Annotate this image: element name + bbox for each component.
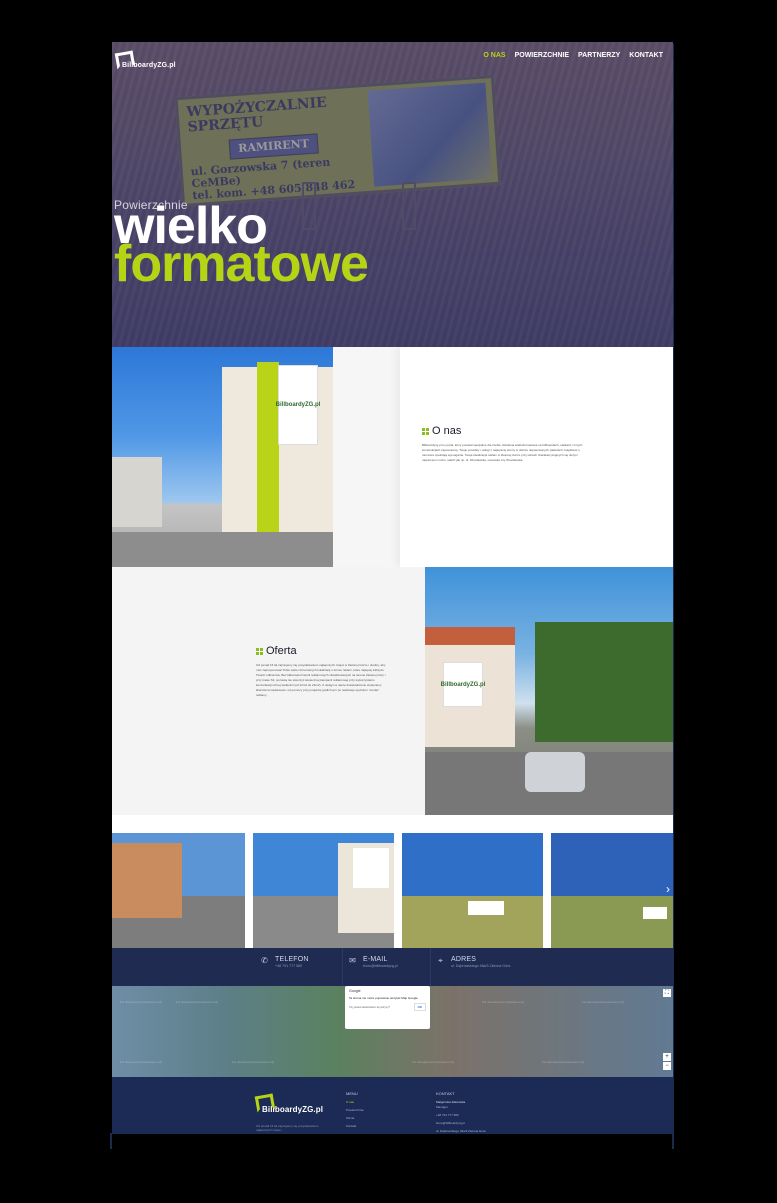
map-watermark: For development purposes only	[176, 1000, 219, 1004]
offer-content: Oferta Od ponad 15 lat zajmujemy się poz…	[256, 645, 386, 698]
about-heading: O nas	[422, 425, 584, 437]
envelope-icon: ✉	[349, 956, 356, 965]
footer-contact-name: Małgorzata Zakowska	[436, 1100, 466, 1104]
gallery-image-1[interactable]	[112, 833, 245, 948]
footer-contact-email[interactable]: biuro@billboardyzg.pl	[436, 1121, 486, 1125]
map-watermark: For development purposes only	[120, 1060, 163, 1064]
about-body: Billboardyzg.pl to portal, który powstał…	[422, 443, 583, 462]
map-pin-icon: ⌖	[438, 956, 443, 965]
offer-section: Oferta Od ponad 15 lat zajmujemy się poz…	[112, 567, 673, 815]
about-building-photo: BillboardyZG.pl	[112, 347, 333, 567]
footer-menu-item[interactable]: Oferta	[346, 1116, 364, 1120]
offer-title: Oferta	[266, 645, 297, 657]
map-watermark: For development purposes only	[482, 1000, 525, 1004]
site-logo[interactable]: BillboardyZG.pl	[114, 50, 176, 69]
hero-section: WYPOŻYCZALNIE SPRZĘTU RAMIRENT ul. Gorzo…	[112, 42, 673, 347]
dialog-detail: Czy jesteś właścicielem tej witryny?	[349, 1005, 390, 1009]
billboard-sign: BillboardyZG.pl	[440, 662, 486, 707]
distant-building	[112, 457, 162, 527]
gallery-image-4[interactable]	[551, 833, 673, 948]
gallery-next-arrow-icon[interactable]: ›	[666, 882, 670, 896]
footer-description: Od ponad 15 lat zajmujemy się pozyskiwan…	[256, 1124, 319, 1132]
about-section: BillboardyZG.pl O nas Billboardyzg.pl to…	[112, 347, 673, 567]
address-label: ADRES	[451, 956, 477, 963]
main-nav: O NAS POWIERZCHNIE PARTNERZY KONTAKT	[483, 52, 663, 59]
car	[525, 752, 585, 792]
map-watermark: For development purposes only	[232, 1060, 275, 1064]
contact-address: ⌖ ADRES ul. Dąbrowskiego 46a/3 Zielona G…	[436, 948, 521, 986]
billboard-sign-text: BillboardyZG.pl	[440, 681, 486, 688]
footer-menu-item[interactable]: Kontakt	[346, 1124, 364, 1128]
footer-logo[interactable]: BillboardyZG.pl	[254, 1091, 323, 1114]
nav-item-partnerzy[interactable]: PARTNERZY	[578, 52, 620, 59]
google-map[interactable]: For development purposes only For develo…	[112, 986, 673, 1077]
fullscreen-icon[interactable]: ⛶	[663, 989, 671, 997]
map-watermark: For development purposes only	[412, 1060, 455, 1064]
billboard-sign: BillboardyZG.pl	[275, 365, 321, 445]
hero-overlay	[112, 42, 673, 347]
side-shadow-bottom	[110, 1133, 112, 1149]
dialog-message: Ta strona nie może poprawnie wczytać Map…	[349, 996, 419, 1000]
address-value: ul. Dąbrowskiego 46a/3 Zielona Góra	[451, 964, 511, 968]
street	[112, 532, 333, 567]
logo-mark-icon	[254, 1093, 276, 1112]
footer-contact-address: ul. Dąbrowskiego 46a/3 Zielona Góra	[436, 1129, 486, 1133]
email-value[interactable]: biuro@billboardyzg.pl	[363, 964, 398, 968]
offer-body: Od ponad 15 lat zajmujemy się pozyskiwan…	[256, 663, 386, 697]
nav-item-kontakt[interactable]: KONTAKT	[629, 52, 663, 59]
billboard-sign-text: BillboardyZG.pl	[275, 402, 321, 408]
footer-menu-heading: MENU	[346, 1091, 358, 1096]
offer-street-photo: BillboardyZG.pl	[425, 567, 673, 815]
roof	[425, 627, 515, 645]
website-mockup: WYPOŻYCZALNIE SPRZĘTU RAMIRENT ul. Gorzo…	[112, 42, 673, 1134]
footer-menu-item[interactable]: Powierzchnie	[346, 1108, 364, 1112]
dialog-ok-button[interactable]: OK	[413, 1003, 426, 1011]
email-label: E-MAIL	[363, 956, 388, 963]
about-content: O nas Billboardyzg.pl to portal, który p…	[422, 425, 584, 463]
logo-mark-icon	[114, 50, 136, 69]
grid-icon	[256, 647, 263, 655]
map-watermark: For development purposes only	[542, 1060, 585, 1064]
site-footer: BillboardyZG.pl Od ponad 15 lat zajmujem…	[112, 1077, 673, 1134]
dialog-brand: Google	[349, 989, 361, 993]
gallery-strip: ›	[112, 833, 673, 948]
footer-contact-phone[interactable]: +48 791 777 580	[436, 1113, 486, 1117]
footer-menu-item[interactable]: O nas	[346, 1100, 364, 1104]
trees	[535, 622, 673, 742]
hero-title-line2: formatowe	[114, 235, 369, 293]
gallery-image-3[interactable]	[402, 833, 543, 948]
about-title: O nas	[432, 425, 462, 437]
footer-contact: KONTAKT Małgorzata Zakowska Manager +48 …	[436, 1091, 486, 1133]
phone-icon: ✆	[261, 956, 268, 965]
zoom-out-button[interactable]: −	[663, 1062, 671, 1070]
map-watermark: For development purposes only	[120, 1000, 163, 1004]
zoom-in-button[interactable]: +	[663, 1053, 671, 1061]
nav-item-o-nas[interactable]: O NAS	[483, 52, 505, 59]
contact-email: ✉ E-MAIL biuro@billboardyzg.pl	[348, 948, 398, 986]
contact-bar: ✆ TELEFON +48 791 777 580 ✉ E-MAIL biuro…	[112, 948, 673, 986]
footer-contact-heading: KONTAKT	[436, 1091, 455, 1096]
green-facade	[257, 362, 279, 542]
footer-menu: MENU O nas Powierzchnie Oferta Kontakt	[346, 1091, 364, 1128]
offer-heading: Oferta	[256, 645, 386, 657]
phone-value[interactable]: +48 791 777 580	[275, 964, 309, 968]
footer-contact-role: Manager	[436, 1105, 448, 1109]
contact-phone: ✆ TELEFON +48 791 777 580	[260, 948, 309, 986]
gallery-image-2[interactable]	[253, 833, 394, 948]
map-error-dialog: Google Ta strona nie może poprawnie wczy…	[345, 986, 430, 1029]
nav-item-powierzchnie[interactable]: POWIERZCHNIE	[515, 52, 569, 59]
grid-icon	[422, 427, 429, 435]
phone-label: TELEFON	[275, 956, 309, 963]
map-watermark: For development purposes only	[582, 1000, 625, 1004]
